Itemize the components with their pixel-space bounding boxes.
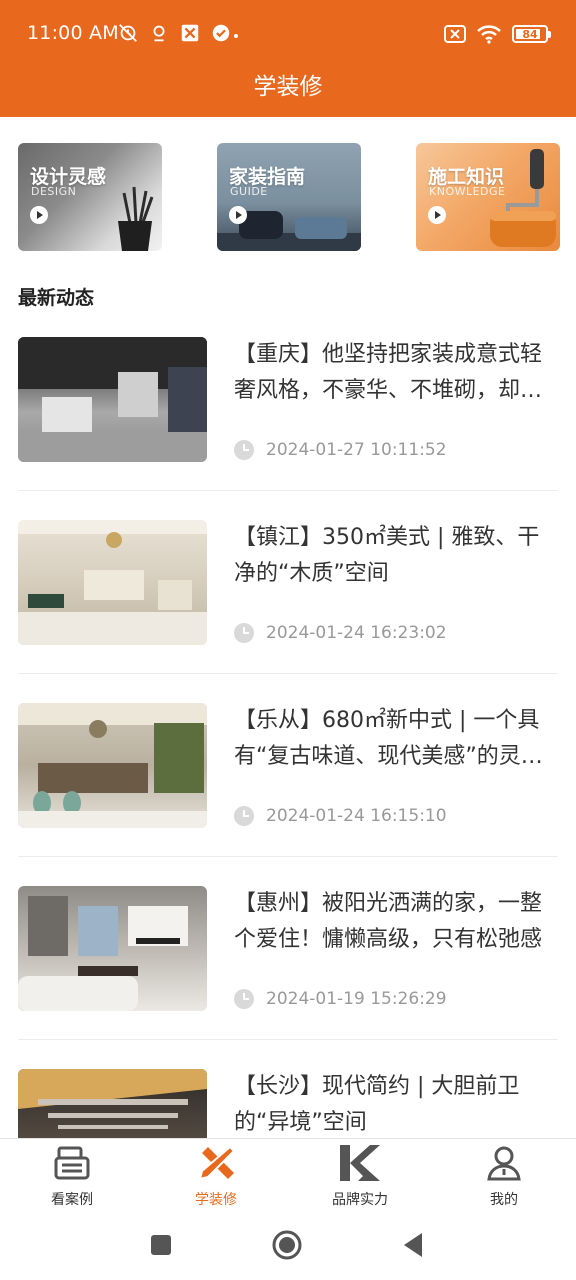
clock-icon <box>234 440 254 460</box>
status-system-icons: 84 <box>444 24 551 44</box>
news-meta: 2024-01-24 16:23:02 <box>234 623 447 643</box>
category-knowledge-card[interactable]: 施工知识 KNOWLEDGE <box>416 143 560 251</box>
divider <box>18 1039 558 1040</box>
news-date: 2024-01-24 16:23:02 <box>266 623 447 643</box>
news-title: 【惠州】被阳光洒满的家，一整个爱住！慵懒高级，只有松弛感 <box>234 891 543 952</box>
clock-icon <box>234 989 254 1009</box>
interior-photo <box>18 520 207 645</box>
bottom-tab-bar: 看案例 学装修 品牌实力 我的 <box>0 1138 576 1218</box>
news-thumbnail <box>18 703 207 828</box>
category-guide-card[interactable]: 家装指南 GUIDE <box>217 143 361 251</box>
news-item[interactable]: 【镇江】350㎡美式 | 雅致、干净的“木质”空间 2024-01-24 16:… <box>18 520 558 703</box>
news-title: 【重庆】他坚持把家装成意式轻奢风格，不豪华、不堆砌，却处处透着高级感 <box>234 342 543 403</box>
clock-icon <box>234 623 254 643</box>
wifi-icon <box>477 25 501 44</box>
category-guide-subtitle: GUIDE <box>230 185 268 198</box>
sim-off-icon <box>444 25 466 43</box>
status-time: 11:00 AM <box>27 22 119 44</box>
tab-cases-label: 看案例 <box>51 1192 93 1208</box>
play-icon <box>428 206 446 224</box>
location-icon <box>153 25 165 42</box>
pencil-cup-illustration <box>118 186 154 251</box>
news-title: 【镇江】350㎡美式 | 雅致、干净的“木质”空间 <box>234 525 540 586</box>
alarm-off-icon <box>119 24 137 42</box>
back-button[interactable] <box>402 1232 424 1258</box>
app-header: 11:00 AM 84 学装修 <box>0 0 576 117</box>
clock-icon <box>234 806 254 826</box>
divider <box>18 856 558 857</box>
tab-profile[interactable]: 我的 <box>432 1139 576 1219</box>
play-icon <box>30 206 48 224</box>
interior-photo <box>18 703 207 828</box>
more-notifications-dot <box>234 34 238 38</box>
news-item[interactable]: 【乐从】680㎡新中式 | 一个具有“复古味道、现代美感”的灵动空间 2024-… <box>18 703 558 886</box>
system-navigation-bar <box>0 1218 576 1280</box>
news-thumbnail <box>18 886 207 1011</box>
tab-learn[interactable]: 学装修 <box>144 1139 288 1219</box>
news-thumbnail <box>18 520 207 645</box>
tab-profile-label: 我的 <box>490 1192 518 1208</box>
battery-percent: 84 <box>522 27 538 41</box>
status-notification-icons <box>117 22 232 44</box>
news-title: 【长沙】现代简约 | 大胆前卫的“异境”空间 <box>234 1074 520 1135</box>
tab-learn-label: 学装修 <box>195 1192 237 1208</box>
app-badge-icon <box>181 24 199 42</box>
section-title-latest: 最新动态 <box>18 287 95 309</box>
divider <box>18 673 558 674</box>
news-item[interactable]: 【惠州】被阳光洒满的家，一整个爱住！慵懒高级，只有松弛感 2024-01-19 … <box>18 886 558 1069</box>
news-thumbnail <box>18 337 207 462</box>
status-bar: 11:00 AM 84 <box>0 0 576 64</box>
case-icon <box>54 1146 90 1180</box>
ruler-pencil-icon <box>198 1145 236 1181</box>
news-date: 2024-01-24 16:15:10 <box>266 806 447 826</box>
news-meta: 2024-01-27 10:11:52 <box>234 440 447 460</box>
category-design-card[interactable]: 设计灵感 DESIGN <box>18 143 162 251</box>
interior-photo <box>18 337 207 462</box>
news-date: 2024-01-19 15:26:29 <box>266 989 447 1009</box>
brand-icon <box>340 1145 380 1181</box>
page-title: 学装修 <box>253 74 323 100</box>
news-item[interactable]: 【重庆】他坚持把家装成意式轻奢风格，不豪华、不堆砌，却处处透着高级感 2024-… <box>18 337 558 520</box>
user-icon <box>487 1146 521 1181</box>
tab-brand[interactable]: 品牌实力 <box>288 1139 432 1219</box>
tab-brand-label: 品牌实力 <box>332 1192 388 1208</box>
category-design-subtitle: DESIGN <box>31 185 77 198</box>
recents-button[interactable] <box>150 1234 172 1256</box>
battery-icon: 84 <box>512 25 551 43</box>
interior-photo <box>18 896 188 1011</box>
news-meta: 2024-01-24 16:15:10 <box>234 806 447 826</box>
home-button[interactable] <box>272 1230 302 1260</box>
category-knowledge-subtitle: KNOWLEDGE <box>429 185 506 198</box>
news-date: 2024-01-27 10:11:52 <box>266 440 447 460</box>
check-circle-icon <box>212 24 230 42</box>
news-title: 【乐从】680㎡新中式 | 一个具有“复古味道、现代美感”的灵动空间 <box>234 708 543 769</box>
tab-cases[interactable]: 看案例 <box>0 1139 144 1219</box>
play-icon <box>229 206 247 224</box>
divider <box>18 490 558 491</box>
news-meta: 2024-01-19 15:26:29 <box>234 989 447 1009</box>
